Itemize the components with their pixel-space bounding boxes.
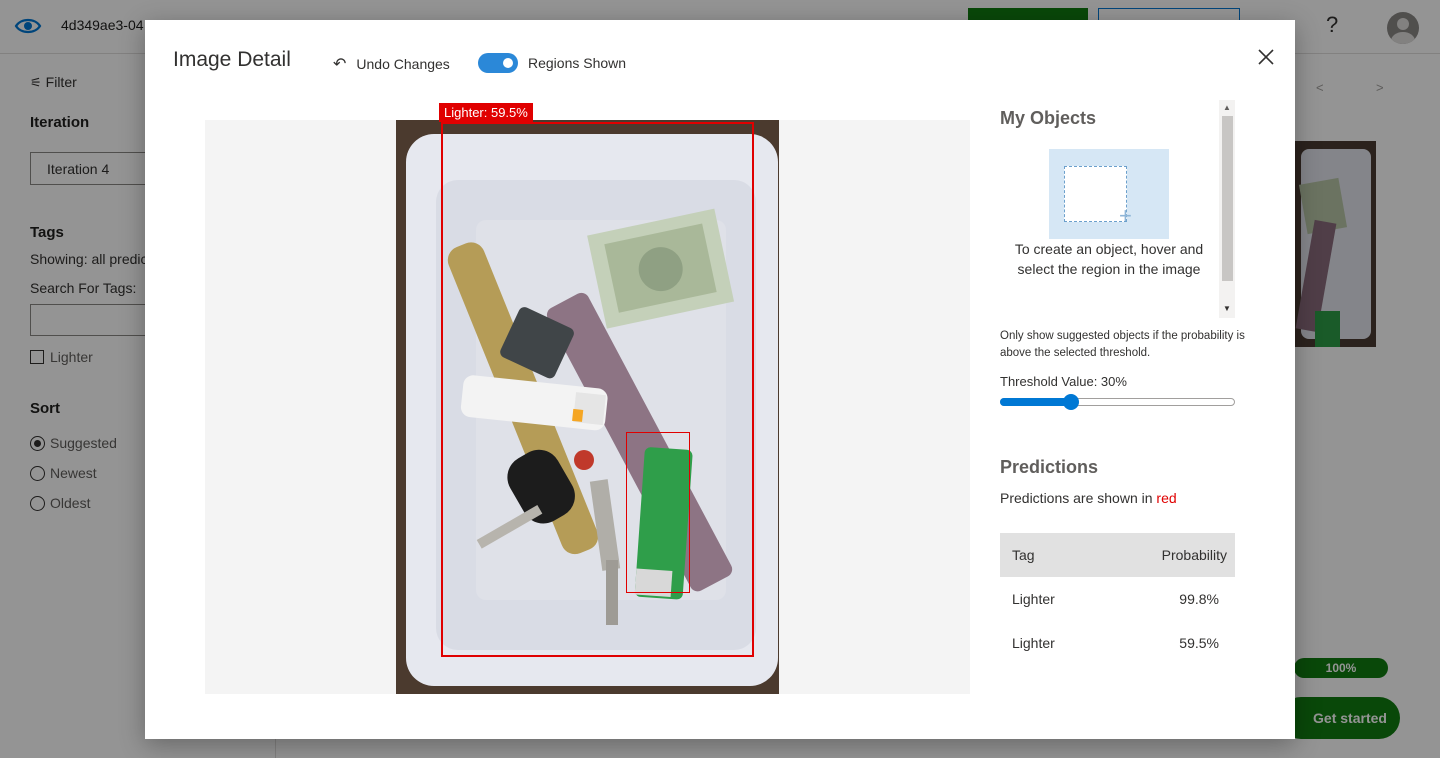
objects-hint: To create an object, hover and select th… <box>1014 241 1204 277</box>
region-label: Lighter: 59.5% <box>439 103 533 122</box>
dashed-region-icon <box>1064 166 1127 222</box>
predictions-subtitle-text: Predictions are shown in <box>1000 490 1153 506</box>
close-icon[interactable] <box>1256 47 1276 67</box>
prediction-probability: 59.5% <box>1179 635 1219 651</box>
predictions-color-word: red <box>1156 490 1177 506</box>
my-objects-heading: My Objects <box>1000 108 1097 128</box>
predictions-heading: Predictions <box>1000 457 1099 477</box>
threshold-note: Only show suggested objects if the proba… <box>1000 330 1245 359</box>
predictions-subtitle: Predictions are shown in red <box>1000 490 1177 506</box>
plus-icon: + <box>1119 203 1132 228</box>
table-row[interactable]: Lighter 99.8% <box>1000 577 1235 621</box>
prediction-tag: Lighter <box>1012 635 1055 651</box>
regions-toggle[interactable] <box>478 53 518 73</box>
undo-icon: ↷ <box>333 56 347 73</box>
table-header-row: Tag Probability <box>1000 533 1235 577</box>
region-box-secondary[interactable] <box>626 432 690 593</box>
image-detail-dialog: Image Detail ↷ Undo Changes Regions Show… <box>145 20 1295 739</box>
region-box-main[interactable] <box>441 122 754 657</box>
threshold-label: Threshold Value: 30% <box>1000 374 1127 389</box>
slider-fill <box>1000 398 1070 406</box>
undo-changes-button[interactable]: ↷ Undo Changes <box>333 54 450 74</box>
predictions-table: Tag Probability Lighter 99.8% Lighter 59… <box>1000 533 1235 665</box>
column-header-probability[interactable]: Probability <box>1103 533 1235 577</box>
scrollbar-thumb[interactable] <box>1222 116 1233 281</box>
prediction-probability: 99.8% <box>1179 591 1219 607</box>
prediction-tag: Lighter <box>1012 591 1055 607</box>
add-object-illustration: + <box>1049 149 1169 239</box>
undo-label: Undo Changes <box>356 56 450 72</box>
scroll-down-icon[interactable]: ▼ <box>1223 304 1231 313</box>
dialog-title: Image Detail <box>173 48 291 71</box>
column-header-tag[interactable]: Tag <box>1000 533 1104 577</box>
slider-handle[interactable] <box>1062 394 1079 410</box>
regions-toggle-label: Regions Shown <box>528 55 627 71</box>
scroll-up-icon[interactable]: ▲ <box>1223 103 1231 112</box>
toggle-knob <box>503 58 513 68</box>
threshold-slider[interactable] <box>1000 394 1235 410</box>
objects-scrollbar[interactable]: ▲ ▼ <box>1219 100 1235 318</box>
table-row[interactable]: Lighter 59.5% <box>1000 621 1235 665</box>
